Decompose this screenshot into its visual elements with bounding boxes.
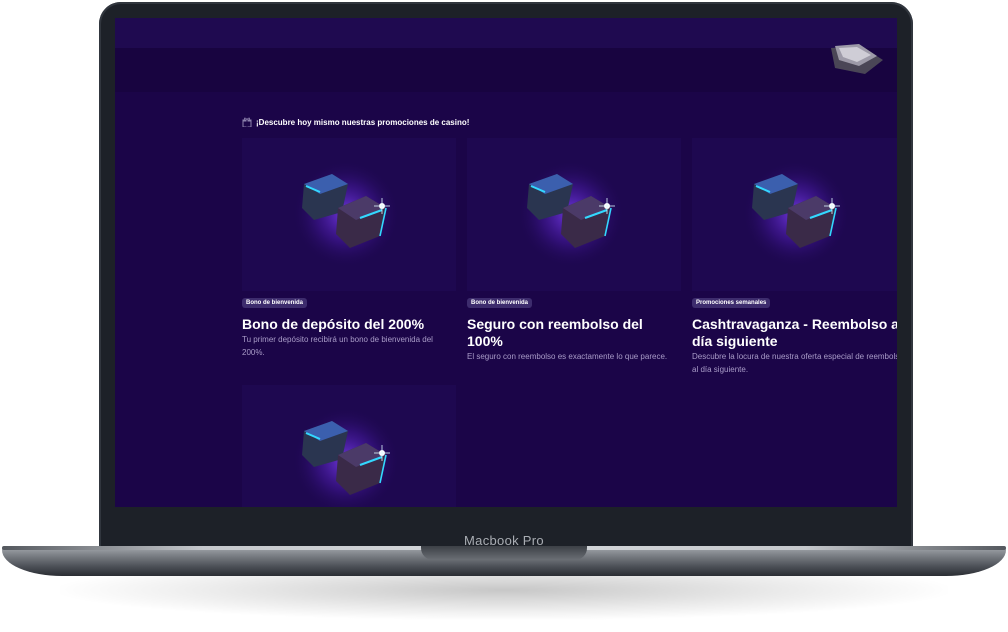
promo-title[interactable]: Cashtravaganza - Reembolso a día siguien… [692,316,897,350]
promo-card[interactable]: Bono de bienvenida Bono de depósito del … [242,138,456,359]
dice-image [467,138,681,291]
promo-title[interactable]: Bono de depósito del 200% [242,316,456,333]
device-label: Macbook Pro [464,533,544,548]
promo-description: El seguro con reembolso es exactamente l… [467,352,668,361]
promo-badge: Promociones semanales [692,298,771,308]
promotions-heading-text: ¡Descubre hoy mismo nuestras promociones… [256,117,470,127]
promo-card[interactable]: Promociones semanales Cashtravaganza - R… [692,138,897,376]
promo-badge: Bono de bienvenida [242,298,308,308]
promo-card[interactable] [242,385,456,507]
dice-corner-icon [831,44,883,74]
dice-image [242,138,456,291]
promo-description: Tu primer depósito recibirá un bono de b… [242,335,433,357]
site-nav-bar [115,48,897,92]
gift-icon [242,117,252,127]
browser-viewport: ¡Descubre hoy mismo nuestras promociones… [115,18,897,507]
site-header [115,18,897,48]
promo-description: Descubre la locura de nuestra oferta esp… [692,352,897,374]
promo-badge: Bono de bienvenida [467,298,533,308]
promo-title[interactable]: Seguro con reembolso del 100% [467,316,681,350]
dice-image [692,138,897,291]
dice-image [242,385,456,507]
promotions-heading: ¡Descubre hoy mismo nuestras promociones… [242,117,469,127]
laptop-opening-notch [421,546,587,560]
promo-card[interactable]: Bono de bienvenida Seguro con reembolso … [467,138,681,364]
